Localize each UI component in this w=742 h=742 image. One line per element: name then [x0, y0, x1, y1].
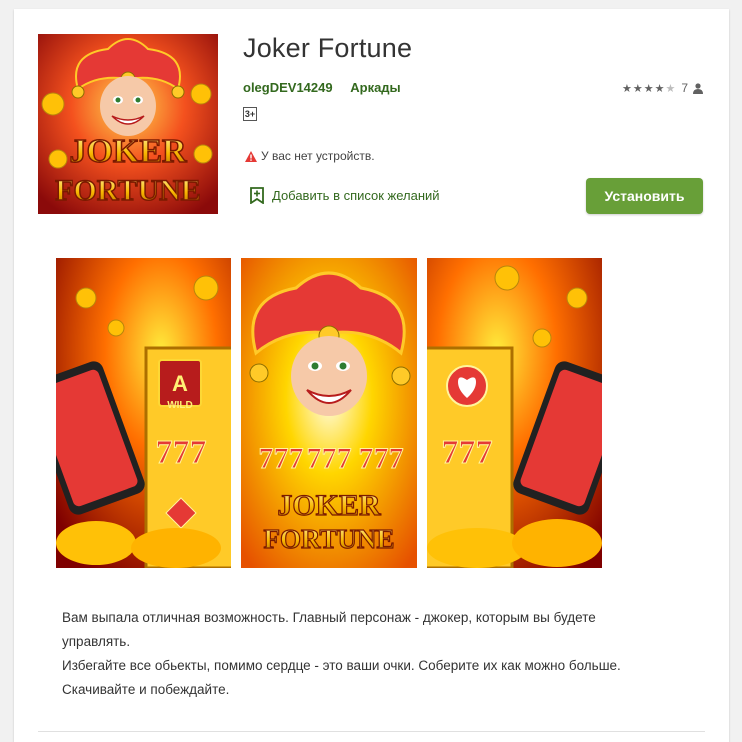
person-icon	[693, 82, 703, 94]
description-paragraph: Вам выпала отличная возможность. Главный…	[62, 610, 596, 649]
seven-symbol: 777	[259, 442, 304, 475]
description-paragraph: Скачивайте и побеждайте.	[62, 682, 230, 697]
seven-symbol: 777	[359, 442, 404, 475]
star-full-icon: ★	[643, 82, 655, 95]
app-meta-row: olegDEV14249 Аркады	[243, 80, 401, 95]
screenshot-1[interactable]: A WILD 777	[56, 258, 231, 568]
app-description: Вам выпала отличная возможность. Главный…	[62, 606, 662, 702]
logo-line2: FORTUNE	[263, 524, 394, 554]
app-title: Joker Fortune	[243, 33, 413, 63]
wild-badge-text: WILD	[167, 400, 193, 411]
seven-symbol: 777	[156, 434, 207, 471]
icon-logo-line2: FORTUNE	[55, 174, 201, 207]
screenshot-3[interactable]: 777	[427, 258, 602, 568]
star-half-icon: ★	[654, 82, 666, 95]
install-button[interactable]: Установить	[586, 178, 703, 214]
device-warning: У вас нет устройств.	[245, 149, 375, 163]
rating-count: 7	[681, 81, 688, 95]
app-icon[interactable]: JOKER FORTUNE	[38, 34, 218, 214]
wishlist-button[interactable]: Добавить в список желаний	[250, 187, 440, 204]
seven-symbol: 777	[307, 442, 352, 475]
star-full-icon: ★	[632, 82, 644, 95]
age-rating-badge: 3+	[243, 107, 257, 121]
description-paragraph: Избегайте все обьекты, помимо сердце - э…	[62, 658, 621, 673]
rating-stars: ★★★★★	[622, 82, 676, 95]
rating-summary: ★★★★★ 7	[622, 81, 703, 95]
icon-logo-line1: JOKER	[69, 133, 187, 170]
warning-text: У вас нет устройств.	[261, 149, 375, 163]
developer-link[interactable]: olegDEV14249	[243, 80, 333, 95]
category-link[interactable]: Аркады	[350, 80, 400, 95]
app-details-card: JOKER FORTUNE Joker Fortune olegDEV14249…	[14, 9, 729, 742]
star-full-icon: ★	[621, 82, 633, 95]
logo-line1: JOKER	[277, 489, 381, 522]
star-empty-icon: ★	[665, 82, 677, 95]
seven-symbol: 777	[442, 434, 493, 471]
screenshot-2[interactable]: 777 777 777 JOKER FORTUNE	[241, 258, 417, 568]
wild-badge-letter: A	[172, 371, 188, 396]
warning-icon	[245, 150, 257, 162]
bookmark-add-icon	[250, 187, 264, 204]
wishlist-label: Добавить в список желаний	[272, 188, 440, 203]
divider	[38, 731, 705, 732]
